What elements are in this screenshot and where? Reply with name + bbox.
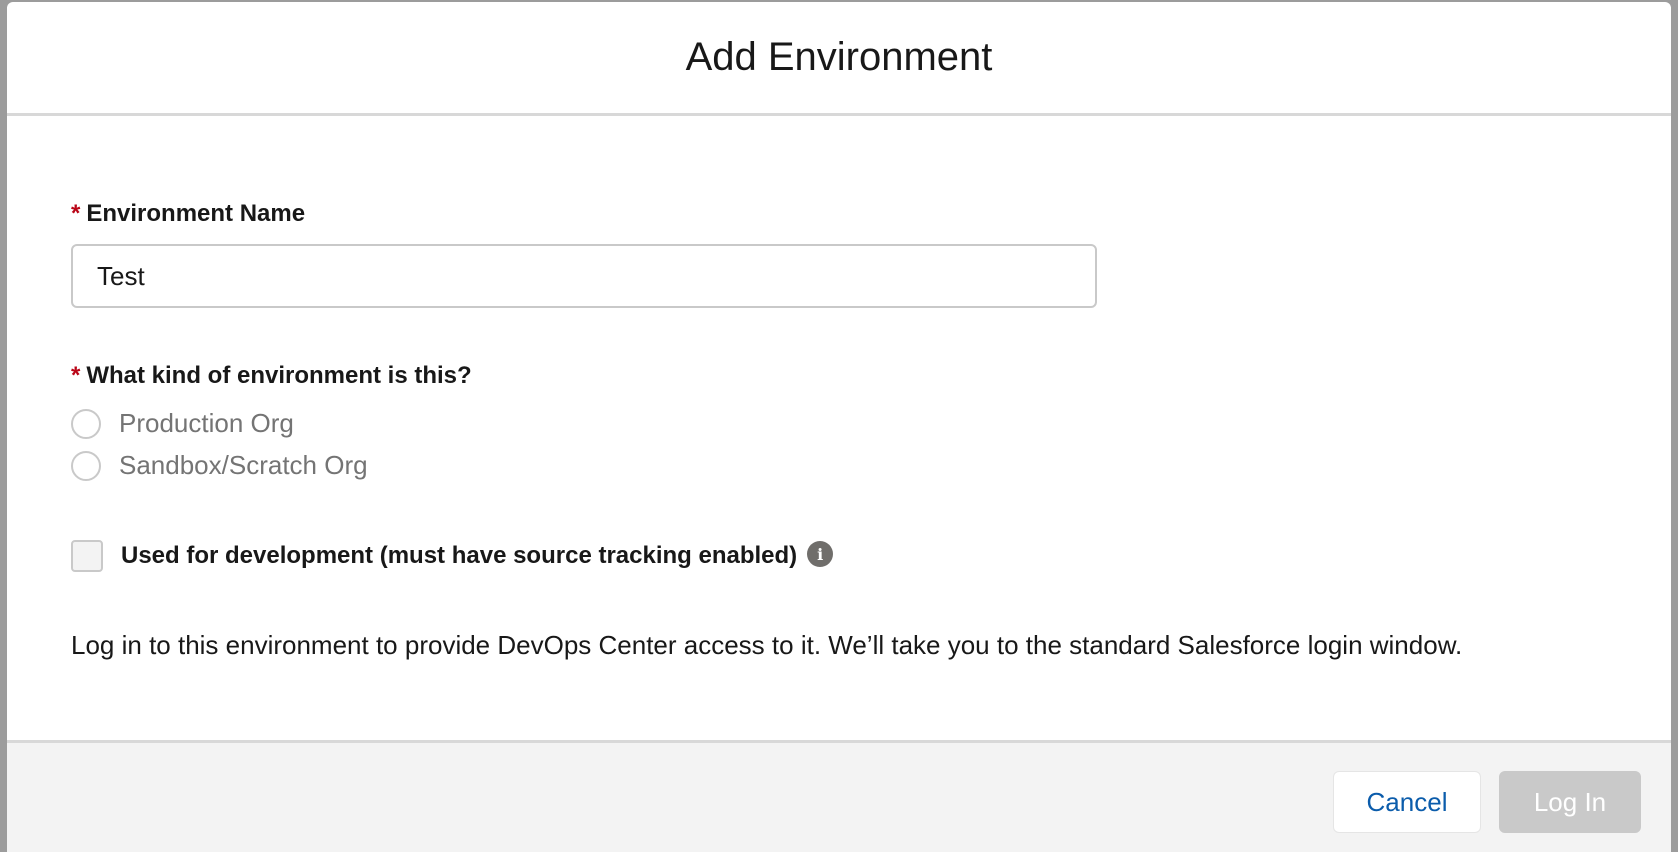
- radio-label: Production Org: [119, 408, 294, 438]
- required-marker: *: [71, 362, 81, 389]
- radio-button[interactable]: [71, 408, 101, 439]
- development-checkbox-row: Used for development (must have source t…: [71, 540, 834, 572]
- environment-name-input[interactable]: [71, 244, 1097, 308]
- development-checkbox[interactable]: [71, 540, 103, 572]
- add-environment-dialog: Add Environment *Environment Name *What …: [7, 2, 1671, 852]
- radio-label: Sandbox/Scratch Org: [119, 450, 368, 480]
- development-checkbox-label: Used for development (must have source t…: [121, 542, 798, 569]
- radio-production-org[interactable]: Production Org: [71, 408, 294, 439]
- radio-sandbox-scratch-org[interactable]: Sandbox/Scratch Org: [71, 450, 368, 481]
- dialog-body: *Environment Name *What kind of environm…: [7, 116, 1671, 740]
- environment-kind-label-text: What kind of environment is this?: [86, 362, 472, 389]
- dialog-footer: Cancel Log In: [7, 740, 1671, 852]
- cancel-button[interactable]: Cancel: [1333, 771, 1481, 833]
- environment-name-label-text: Environment Name: [86, 200, 306, 227]
- environment-kind-label: * What kind of environment is this?: [71, 362, 472, 390]
- login-help-text: Log in to this environment to provide De…: [71, 630, 1463, 660]
- log-in-button[interactable]: Log In: [1499, 771, 1641, 833]
- dialog-title: Add Environment: [685, 35, 993, 79]
- required-marker: *: [71, 200, 81, 227]
- environment-name-label: * Environment Name: [71, 200, 305, 228]
- info-icon[interactable]: i: [807, 541, 834, 567]
- radio-button[interactable]: [71, 450, 101, 481]
- dialog-header: Add Environment: [7, 2, 1671, 116]
